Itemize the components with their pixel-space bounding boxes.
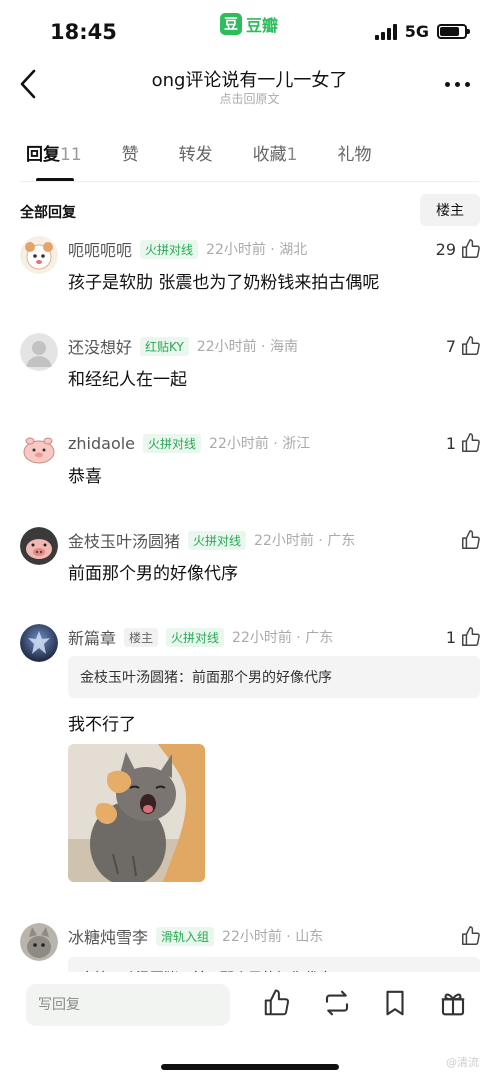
thumbs-up-icon bbox=[462, 336, 480, 355]
comment-meta: 22小时前 · 浙江 bbox=[209, 436, 311, 452]
tab-replies[interactable]: 回复11 bbox=[26, 140, 82, 182]
like-button[interactable]: 1 bbox=[446, 430, 482, 456]
thumbs-up-icon bbox=[462, 530, 480, 549]
tab-label: 回复 bbox=[26, 145, 60, 165]
tab-label: 赞 bbox=[121, 145, 139, 165]
avatar[interactable] bbox=[20, 430, 58, 468]
comment-text: 和经纪人在一起 bbox=[68, 370, 187, 390]
comment-item: 冰糖炖雪李 滑轨入组 22小时前 · 山东 金枝玉叶汤圆猪：前面那个男的好像代序 bbox=[20, 923, 482, 973]
avatar[interactable] bbox=[20, 236, 58, 274]
tab-label: 礼物 bbox=[337, 145, 372, 165]
back-to-original-link[interactable]: 点击回原文 bbox=[0, 90, 499, 107]
avatar[interactable] bbox=[20, 333, 58, 371]
quoted-comment[interactable]: 金枝玉叶汤圆猪：前面那个男的好像代序 bbox=[68, 656, 480, 698]
status-time: 18:45 bbox=[50, 20, 117, 44]
like-button[interactable]: 29 bbox=[436, 236, 482, 262]
quoted-comment[interactable]: 金枝玉叶汤圆猪：前面那个男的好像代序 bbox=[68, 957, 480, 973]
tab-label: 收藏 bbox=[252, 145, 287, 165]
watermark: @清流 bbox=[446, 1056, 479, 1069]
avatar[interactable] bbox=[20, 624, 58, 662]
signal-icon bbox=[374, 23, 397, 40]
op-only-filter-button[interactable]: 楼主 bbox=[420, 194, 480, 226]
username[interactable]: 呃呃呃呃 bbox=[68, 237, 132, 261]
like-button[interactable] bbox=[456, 923, 482, 949]
section-title: 全部回复 bbox=[20, 205, 76, 221]
tab-label: 转发 bbox=[178, 145, 213, 165]
tab-gifts[interactable]: 礼物 bbox=[337, 140, 371, 180]
comment-header: zhidaole 火拼对线 22小时前 · 浙江 bbox=[68, 430, 310, 456]
comment-item: 金枝玉叶汤圆猪 火拼对线 22小时前 · 广东 前面那个男的好像代序 bbox=[20, 527, 482, 587]
username[interactable]: 还没想好 bbox=[68, 334, 132, 358]
like-count: 29 bbox=[435, 239, 456, 259]
battery-icon bbox=[437, 24, 470, 39]
comment-text: 恭喜 bbox=[68, 467, 102, 487]
status-right: 5G bbox=[374, 22, 470, 41]
thumbs-up-icon bbox=[462, 433, 480, 452]
username[interactable]: 冰糖炖雪李 bbox=[68, 924, 148, 948]
comment-item: 新篇章 楼主 火拼对线 22小时前 · 广东 1 金枝玉叶汤圆猪：前面那个男的好… bbox=[20, 624, 482, 886]
username[interactable]: zhidaole bbox=[68, 434, 135, 453]
username[interactable]: 新篇章 bbox=[68, 625, 116, 649]
replies-header: 全部回复 楼主 bbox=[20, 194, 480, 228]
group-badge: 火拼对线 bbox=[143, 433, 202, 453]
status-app-indicator: 豆 豆瓣 bbox=[220, 12, 278, 36]
like-count: 1 bbox=[445, 627, 456, 647]
group-badge: 火拼对线 bbox=[166, 627, 225, 647]
gift-icon[interactable] bbox=[438, 988, 468, 1018]
bottom-action-bar: 写回复 @清流 bbox=[0, 972, 499, 1080]
comment-header: 还没想好 红贴KY 22小时前 · 海南 bbox=[68, 333, 298, 359]
status-bar: 18:45 豆 豆瓣 5G bbox=[0, 0, 499, 64]
network-label: 5G bbox=[404, 22, 429, 41]
repost-icon[interactable] bbox=[322, 988, 352, 1018]
like-post-icon[interactable] bbox=[262, 988, 292, 1018]
tab-likes[interactable]: 赞 bbox=[122, 140, 139, 180]
more-icon[interactable] bbox=[445, 72, 475, 96]
comment-meta: 22小时前 · 广东 bbox=[232, 630, 334, 646]
tab-bar: 回复11 赞 转发 收藏1 礼物 bbox=[26, 140, 411, 184]
comment-text: 前面那个男的好像代序 bbox=[68, 564, 238, 584]
reply-input[interactable]: 写回复 bbox=[26, 984, 230, 1026]
group-badge: 红贴KY bbox=[140, 336, 189, 356]
comment-text: 孩子是软肋 张震也为了奶粉钱来拍古偶呢 bbox=[68, 273, 380, 293]
comment-header: 冰糖炖雪李 滑轨入组 22小时前 · 山东 bbox=[68, 923, 323, 949]
douban-logo-icon: 豆 bbox=[220, 13, 242, 35]
tab-count: 1 bbox=[286, 145, 298, 165]
tab-collections[interactable]: 收藏1 bbox=[253, 140, 298, 180]
comment-text: 我不行了 bbox=[68, 715, 136, 735]
comment-meta: 22小时前 · 湖北 bbox=[206, 242, 308, 258]
like-count: 1 bbox=[445, 433, 456, 453]
comment-header: 呃呃呃呃 火拼对线 22小时前 · 湖北 bbox=[68, 236, 307, 262]
avatar[interactable] bbox=[20, 923, 58, 961]
comment-header: 新篇章 楼主 火拼对线 22小时前 · 广东 bbox=[68, 624, 333, 650]
like-button[interactable] bbox=[456, 527, 482, 553]
bookmark-icon[interactable] bbox=[380, 988, 410, 1018]
tab-count: 11 bbox=[60, 145, 82, 165]
nav-bar: ong评论说有一儿一女了 点击回原文 bbox=[0, 64, 499, 112]
username[interactable]: 金枝玉叶汤圆猪 bbox=[68, 528, 180, 552]
group-badge: 滑轨入组 bbox=[156, 926, 215, 946]
like-count: 7 bbox=[445, 336, 456, 356]
thumbs-up-icon bbox=[462, 627, 480, 646]
comment-meta: 22小时前 · 海南 bbox=[196, 339, 298, 355]
home-indicator bbox=[161, 1064, 339, 1070]
group-badge: 火拼对线 bbox=[188, 530, 247, 550]
comment-meta: 22小时前 · 山东 bbox=[222, 929, 324, 945]
comment-item: 呃呃呃呃 火拼对线 22小时前 · 湖北 29 孩子是软肋 张震也为了奶粉钱来拍… bbox=[20, 236, 482, 296]
op-badge: 楼主 bbox=[124, 627, 159, 647]
thumbs-up-icon bbox=[462, 926, 480, 945]
group-badge: 火拼对线 bbox=[140, 239, 199, 259]
avatar[interactable] bbox=[20, 527, 58, 565]
comment-item: 还没想好 红贴KY 22小时前 · 海南 7 和经纪人在一起 bbox=[20, 333, 482, 393]
page-title: ong评论说有一儿一女了 bbox=[151, 70, 348, 91]
like-button[interactable]: 7 bbox=[446, 333, 482, 359]
comment-item: zhidaole 火拼对线 22小时前 · 浙江 1 恭喜 bbox=[20, 430, 482, 490]
divider bbox=[20, 181, 479, 182]
tab-reposts[interactable]: 转发 bbox=[179, 140, 213, 180]
comment-header: 金枝玉叶汤圆猪 火拼对线 22小时前 · 广东 bbox=[68, 527, 355, 553]
thumbs-up-icon bbox=[462, 239, 480, 258]
comment-meta: 22小时前 · 广东 bbox=[254, 533, 356, 549]
reply-image[interactable] bbox=[68, 744, 205, 882]
like-button[interactable]: 1 bbox=[446, 624, 482, 650]
status-app-name: 豆瓣 bbox=[246, 16, 279, 35]
